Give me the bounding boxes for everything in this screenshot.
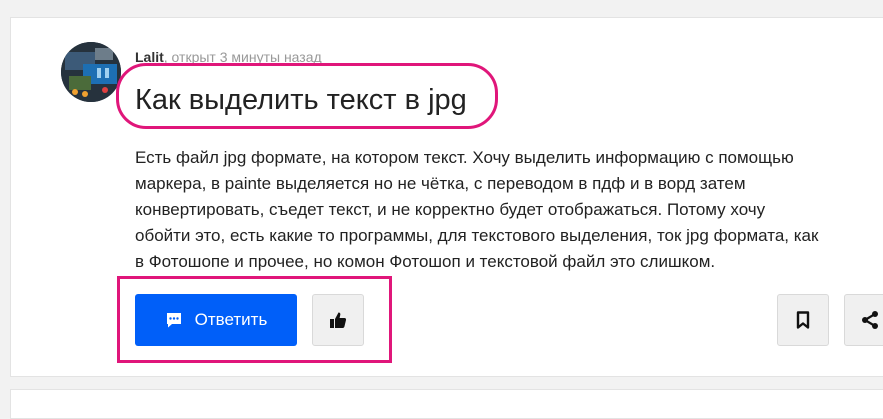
author-name[interactable]: Lalit bbox=[135, 49, 164, 65]
share-icon bbox=[860, 310, 880, 330]
question-body-line: маркера, в painte выделяется но не чётка… bbox=[135, 174, 746, 193]
reply-button[interactable]: Ответить bbox=[135, 294, 297, 346]
thumbs-up-icon bbox=[329, 311, 347, 329]
chat-icon bbox=[165, 311, 183, 329]
bookmark-icon bbox=[796, 311, 810, 329]
reply-button-label: Ответить bbox=[194, 310, 268, 329]
question-body-line: в Фотошопе и прочее, но комон Фотошоп и … bbox=[135, 252, 716, 271]
question-body: Есть файл jpg формате, на котором текст.… bbox=[135, 145, 883, 275]
question-body-line: обойти это, есть какие то программы, для… bbox=[135, 226, 819, 245]
share-button[interactable] bbox=[844, 294, 883, 346]
like-button[interactable] bbox=[312, 294, 364, 346]
opened-time: , открыт 3 минуты назад bbox=[163, 49, 322, 65]
avatar[interactable] bbox=[61, 42, 121, 102]
question-body-line: Есть файл jpg формате, на котором текст.… bbox=[135, 148, 794, 167]
bookmark-button[interactable] bbox=[777, 294, 829, 346]
question-meta: Lalit, открыт 3 минуты назад bbox=[135, 49, 322, 65]
question-title: Как выделить текст в jpg bbox=[135, 84, 467, 116]
question-body-line: конвертировать, съедет текст, и не корре… bbox=[135, 200, 766, 219]
next-card bbox=[10, 389, 883, 419]
